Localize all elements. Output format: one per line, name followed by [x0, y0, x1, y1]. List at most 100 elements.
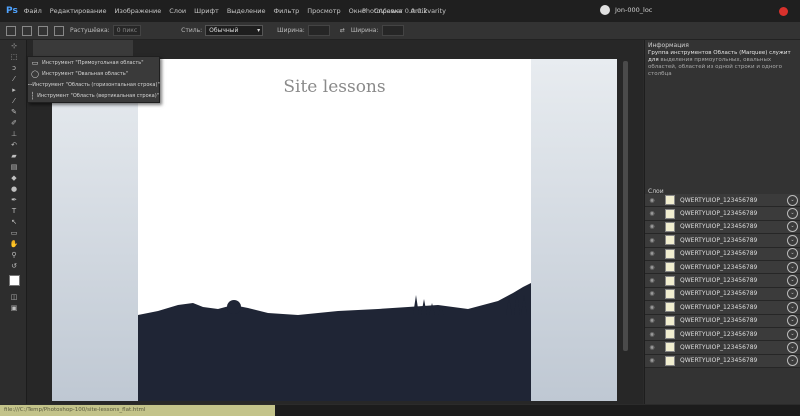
- blur-icon[interactable]: ◆: [8, 173, 20, 183]
- visibility-icon[interactable]: ◉: [645, 237, 659, 244]
- layer-thumbnail: [665, 315, 675, 326]
- swap-colors-icon[interactable]: ↺: [8, 261, 20, 271]
- style-label: Стиль:: [181, 27, 203, 34]
- eyedropper-icon[interactable]: ⁄: [8, 96, 20, 106]
- feather-input[interactable]: 0 пикс: [112, 25, 142, 36]
- visibility-icon[interactable]: ◉: [645, 277, 659, 284]
- shape-icon[interactable]: ▭: [8, 228, 20, 238]
- document-tab[interactable]: [33, 40, 133, 56]
- menu-image[interactable]: Изображение: [115, 7, 162, 15]
- chevron-down-icon[interactable]: ⌄: [787, 328, 798, 340]
- layer-name: QWERTYUIOP_123456789: [680, 357, 758, 365]
- popup-item-row[interactable]: ┄ Инструмент "Область (горизонтальная стр…: [28, 79, 160, 90]
- menu-view[interactable]: Просмотр: [307, 7, 340, 15]
- quick-mask-icon[interactable]: ◫: [8, 292, 20, 302]
- visibility-icon[interactable]: ◉: [645, 264, 659, 271]
- info-panel-text: Группа инструментов Область (Marquee) сл…: [648, 50, 796, 78]
- heal-brush-icon[interactable]: ✎: [8, 107, 20, 117]
- layer-row[interactable]: ◉ QWERTYUIOP_123456789 ⌄: [645, 274, 800, 288]
- layer-row[interactable]: ◉ QWERTYUIOP_123456789 ⌄: [645, 234, 800, 248]
- marquee-tool-icon[interactable]: [6, 25, 16, 36]
- visibility-icon[interactable]: ◉: [645, 344, 659, 351]
- layer-name: QWERTYUIOP_123456789: [680, 210, 758, 218]
- magic-wand-icon[interactable]: ⁄: [8, 74, 20, 84]
- chevron-down-icon[interactable]: ⌄: [787, 208, 798, 220]
- status-path: file:///C:/Temp/Photoshop-100/site-lesso…: [0, 405, 275, 416]
- eraser-icon[interactable]: ▰: [8, 151, 20, 161]
- layer-row[interactable]: ◉ QWERTYUIOP_123456789 ⌄: [645, 341, 800, 355]
- move-tool-icon[interactable]: ⊹: [8, 41, 20, 51]
- chevron-down-icon[interactable]: ⌄: [787, 234, 798, 246]
- layer-row[interactable]: ◉ QWERTYUIOP_123456789 ⌄: [645, 207, 800, 221]
- dodge-icon[interactable]: ●: [8, 184, 20, 194]
- visibility-icon[interactable]: ◉: [645, 250, 659, 257]
- layer-row[interactable]: ◉ QWERTYUIOP_123456789 ⌄: [645, 220, 800, 235]
- visibility-icon[interactable]: ◉: [645, 197, 659, 204]
- hand-icon[interactable]: ✋: [8, 239, 20, 249]
- subtract-selection-icon[interactable]: [54, 25, 64, 36]
- menu-edit[interactable]: Редактирование: [50, 7, 107, 15]
- chevron-down-icon[interactable]: ⌄: [787, 248, 798, 260]
- chevron-down-icon[interactable]: ⌄: [787, 194, 798, 206]
- path-icon[interactable]: ↖: [8, 217, 20, 227]
- marquee-tool-icon[interactable]: ⬚: [8, 52, 20, 62]
- visibility-icon[interactable]: ◉: [645, 223, 659, 230]
- layer-row[interactable]: ◉ QWERTYUIOP_123456789 ⌄: [645, 301, 800, 315]
- type-icon[interactable]: T: [8, 206, 20, 216]
- height-input[interactable]: [381, 25, 404, 36]
- lasso-tool-icon[interactable]: ↄ: [8, 63, 20, 73]
- zoom-icon[interactable]: ⚲: [8, 250, 20, 260]
- width-input[interactable]: [307, 25, 330, 36]
- popup-item-rect[interactable]: ▭ Инструмент "Прямоугольная область": [28, 57, 159, 68]
- foreground-color-swatch[interactable]: [9, 275, 20, 286]
- chevron-down-icon[interactable]: ⌄: [787, 341, 798, 353]
- visibility-icon[interactable]: ◉: [645, 290, 659, 297]
- app-logo: Ps: [6, 6, 18, 16]
- menu-type[interactable]: Шрифт: [194, 7, 219, 15]
- layer-row[interactable]: ◉ QWERTYUIOP_123456789 ⌄: [645, 260, 800, 275]
- layer-row[interactable]: ◉ QWERTYUIOP_123456789 ⌄: [645, 194, 800, 208]
- history-brush-icon[interactable]: ↶: [8, 140, 20, 150]
- visibility-icon[interactable]: ◉: [645, 304, 659, 311]
- screen-mode-icon[interactable]: ▣: [8, 303, 20, 313]
- menu-select[interactable]: Выделение: [227, 7, 266, 15]
- chevron-down-icon[interactable]: ⌄: [787, 315, 798, 327]
- layer-row[interactable]: ◉ QWERTYUIOP_123456789 ⌄: [645, 247, 800, 261]
- chevron-down-icon[interactable]: ⌄: [787, 275, 798, 287]
- brush-icon[interactable]: ✐: [8, 118, 20, 128]
- document-canvas[interactable]: Site lessons: [52, 59, 617, 401]
- popup-item-ellipse[interactable]: ◯ Инструмент "Овальная область": [28, 68, 159, 79]
- chevron-down-icon[interactable]: ⌄: [787, 221, 798, 233]
- chevron-down-icon[interactable]: ⌄: [787, 288, 798, 300]
- new-selection-icon[interactable]: [22, 25, 32, 36]
- pen-icon[interactable]: ✒: [8, 195, 20, 205]
- chevron-down-icon[interactable]: ⌄: [787, 355, 798, 367]
- visibility-icon[interactable]: ◉: [645, 210, 659, 217]
- visibility-icon[interactable]: ◉: [645, 317, 659, 324]
- menu-layers[interactable]: Слои: [169, 7, 186, 15]
- layer-row[interactable]: ◉ QWERTYUIOP_123456789 ⌄: [645, 287, 800, 302]
- close-button[interactable]: [779, 7, 788, 16]
- chevron-down-icon[interactable]: ⌄: [787, 261, 798, 273]
- layer-thumbnail: [665, 275, 675, 286]
- visibility-icon[interactable]: ◉: [645, 357, 659, 364]
- swap-icon[interactable]: ⇄: [340, 27, 345, 34]
- landscape-silhouette: [138, 283, 531, 401]
- gradient-icon[interactable]: ▤: [8, 162, 20, 172]
- layer-thumbnail: [665, 355, 675, 366]
- layer-row[interactable]: ◉ QWERTYUIOP_123456789 ⌄: [645, 354, 800, 369]
- user-account[interactable]: Jon-000_loc: [600, 5, 652, 15]
- layer-row[interactable]: ◉ QWERTYUIOP_123456789 ⌄: [645, 314, 800, 328]
- path-select-icon[interactable]: ▸: [8, 85, 20, 95]
- popup-item-label: Инструмент "Прямоугольная область": [42, 59, 144, 66]
- style-select[interactable]: Обычный: [205, 25, 264, 36]
- menu-file[interactable]: Файл: [24, 7, 42, 15]
- menu-filter[interactable]: Фильтр: [274, 7, 300, 15]
- vertical-scrollbar[interactable]: [623, 61, 628, 351]
- stamp-icon[interactable]: ⊥: [8, 129, 20, 139]
- visibility-icon[interactable]: ◉: [645, 331, 659, 338]
- chevron-down-icon[interactable]: ⌄: [787, 301, 798, 313]
- popup-item-column[interactable]: ┆ Инструмент "Область (вертикальная строк…: [28, 90, 159, 101]
- layer-row[interactable]: ◉ QWERTYUIOP_123456789 ⌄: [645, 327, 800, 342]
- add-selection-icon[interactable]: [38, 25, 48, 36]
